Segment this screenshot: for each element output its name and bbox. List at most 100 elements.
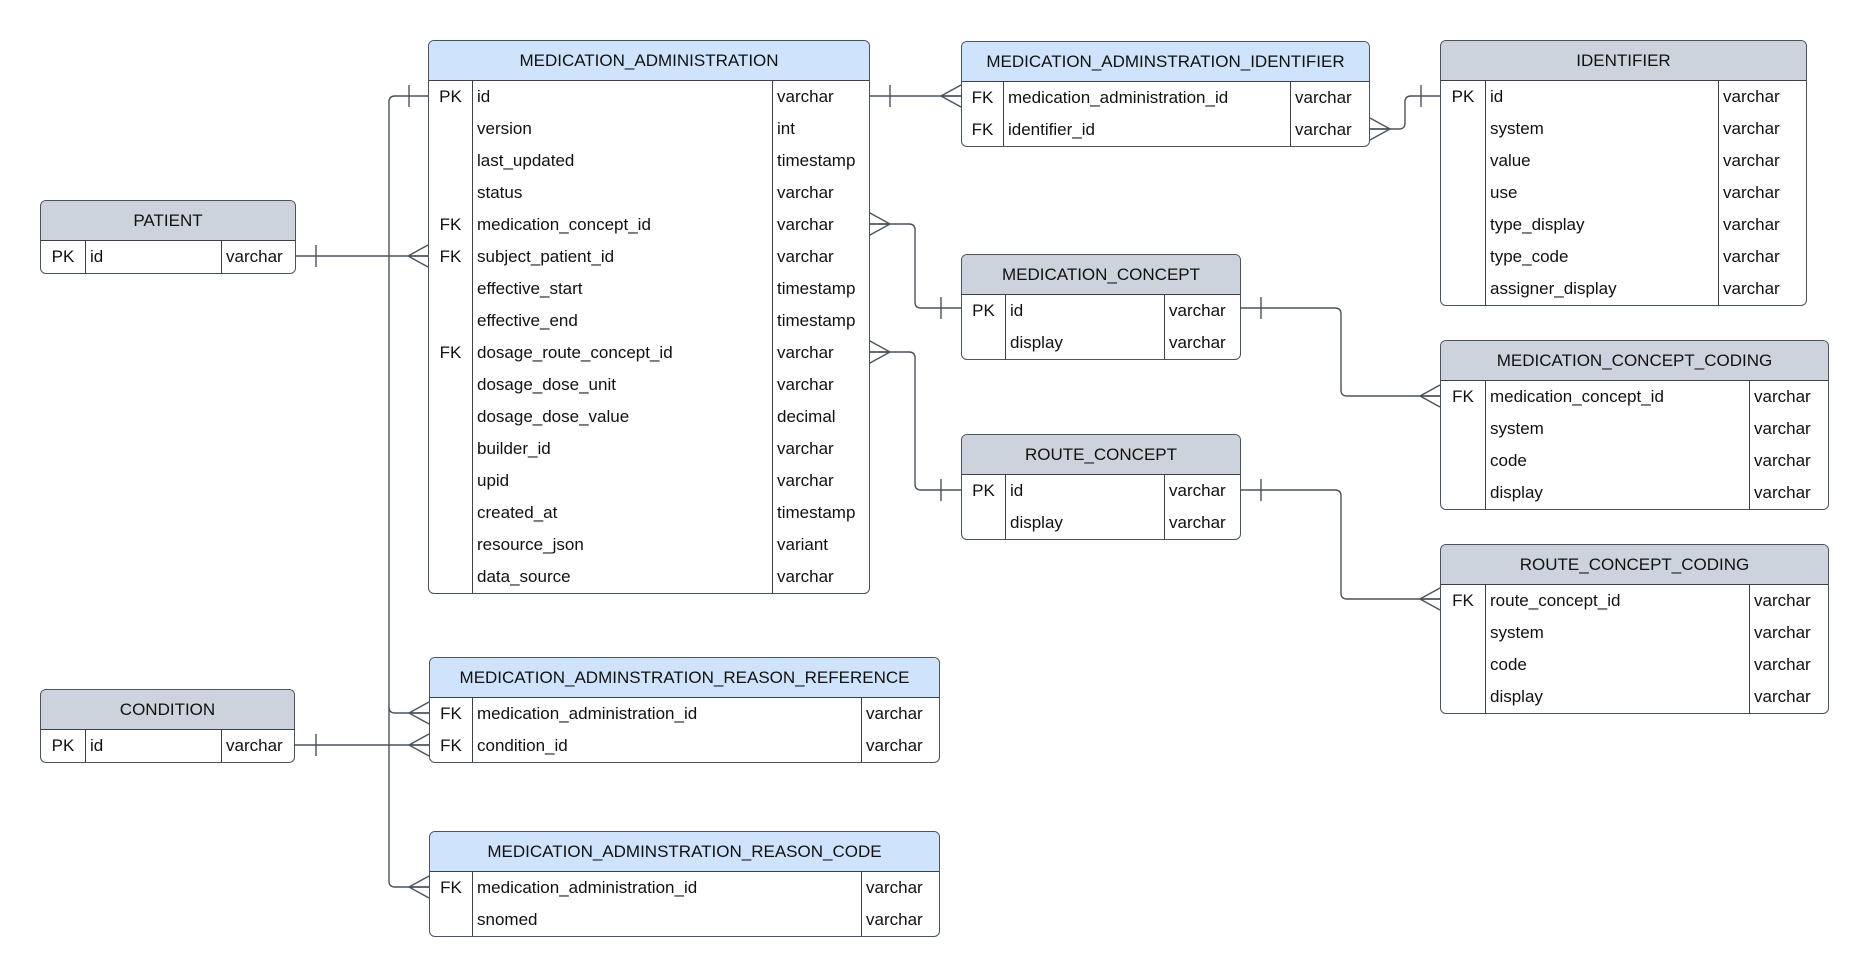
table-medication-administration[interactable]: MEDICATION_ADMINISTRATION PK id varchar … <box>428 40 870 594</box>
table-row[interactable]: system varchar <box>1441 113 1806 145</box>
field-type: varchar <box>1169 513 1226 532</box>
table-row[interactable]: FK medication_concept_id varchar <box>429 209 869 241</box>
table-row[interactable]: FK route_concept_id varchar <box>1441 585 1828 617</box>
table-row[interactable]: FK subject_patient_id varchar <box>429 241 869 273</box>
field-name: medication_administration_id <box>1008 88 1229 107</box>
table-row[interactable]: dosage_dose_value decimal <box>429 401 869 433</box>
many-marker-icon <box>1369 117 1392 141</box>
field-type: timestamp <box>777 311 856 330</box>
field-type: varchar <box>1723 119 1780 138</box>
field-name: code <box>1490 451 1527 470</box>
many-marker-icon <box>407 701 430 725</box>
key-label: FK <box>1452 591 1474 610</box>
table-row[interactable]: display varchar <box>1441 477 1828 509</box>
table-row[interactable]: last_updated timestamp <box>429 145 869 177</box>
key-label: PK <box>439 87 462 106</box>
table-identifier[interactable]: IDENTIFIER PK id varchar system varchar … <box>1440 40 1807 306</box>
table-patient[interactable]: PATIENT PK id varchar <box>40 200 296 274</box>
table-row[interactable]: dosage_dose_unit varchar <box>429 369 869 401</box>
table-route-concept[interactable]: ROUTE_CONCEPT PK id varchar display varc… <box>961 434 1241 540</box>
table-medication-concept-coding[interactable]: MEDICATION_CONCEPT_CODING FK medication_… <box>1440 340 1829 510</box>
many-marker-icon <box>406 244 429 268</box>
table-row[interactable]: FK identifier_id varchar <box>962 114 1369 146</box>
key-label: PK <box>972 301 995 320</box>
key-label: FK <box>1452 387 1474 406</box>
field-type: varchar <box>777 471 834 490</box>
table-row[interactable]: data_source varchar <box>429 561 869 593</box>
table-row[interactable]: PK id varchar <box>429 81 869 113</box>
table-row[interactable]: type_display varchar <box>1441 209 1806 241</box>
table-row[interactable]: value varchar <box>1441 145 1806 177</box>
field-type: varchar <box>866 704 923 723</box>
field-type: varchar <box>866 910 923 929</box>
table-row[interactable]: resource_json variant <box>429 529 869 561</box>
key-label: FK <box>440 736 462 755</box>
table-row[interactable]: assigner_display varchar <box>1441 273 1806 305</box>
field-name: use <box>1490 183 1518 202</box>
table-row[interactable]: code varchar <box>1441 445 1828 477</box>
table-row[interactable]: display varchar <box>962 327 1240 359</box>
table-row[interactable]: snomed varchar <box>430 904 939 936</box>
key-label: FK <box>971 88 994 107</box>
table-condition[interactable]: CONDITION PK id varchar <box>40 689 295 763</box>
table-medication-adminstration-identifier[interactable]: MEDICATION_ADMINSTRATION_IDENTIFIER FK m… <box>961 41 1370 147</box>
table-row[interactable]: FK condition_id varchar <box>430 730 939 762</box>
table-row[interactable]: FK medication_administration_id varchar <box>430 698 939 730</box>
field-type: varchar <box>1295 120 1352 139</box>
table-row[interactable]: effective_end timestamp <box>429 305 869 337</box>
table-row[interactable]: FK medication_administration_id varchar <box>962 82 1369 114</box>
table-row[interactable]: created_at timestamp <box>429 497 869 529</box>
table-row[interactable]: PK id varchar <box>962 475 1240 507</box>
field-name: display <box>1490 687 1543 706</box>
field-type: varchar <box>1169 301 1226 320</box>
many-marker-icon <box>939 84 962 108</box>
field-type: varchar <box>866 736 923 755</box>
field-name: id <box>1490 87 1504 106</box>
table-row[interactable]: effective_start timestamp <box>429 273 869 305</box>
field-type: varchar <box>1723 183 1780 202</box>
field-name: condition_id <box>477 736 568 755</box>
table-row[interactable]: use varchar <box>1441 177 1806 209</box>
field-name: medication_concept_id <box>1490 387 1664 406</box>
table-row[interactable]: PK id varchar <box>962 295 1240 327</box>
table-row[interactable]: system varchar <box>1441 413 1828 445</box>
table-row[interactable]: FK medication_concept_id varchar <box>1441 381 1828 413</box>
field-type: timestamp <box>777 503 856 522</box>
connector-line <box>388 95 429 888</box>
table-row[interactable]: display varchar <box>962 507 1240 539</box>
field-type: varchar <box>1754 419 1811 438</box>
field-type: varchar <box>1723 87 1780 106</box>
key-label: FK <box>439 215 462 234</box>
field-name: id <box>90 736 104 755</box>
table-row[interactable]: upid varchar <box>429 465 869 497</box>
table-medication-concept[interactable]: MEDICATION_CONCEPT PK id varchar display… <box>961 254 1241 360</box>
table-row[interactable]: builder_id varchar <box>429 433 869 465</box>
table-medication-adminstration-reason-reference[interactable]: MEDICATION_ADMINSTRATION_REASON_REFERENC… <box>429 657 940 763</box>
field-name: assigner_display <box>1490 279 1617 298</box>
table-row[interactable]: display varchar <box>1441 681 1828 713</box>
field-type: varchar <box>226 247 283 266</box>
key-label: FK <box>440 878 462 897</box>
table-row[interactable]: code varchar <box>1441 649 1828 681</box>
table-row[interactable]: status varchar <box>429 177 869 209</box>
many-marker-icon <box>1418 587 1441 611</box>
table-row[interactable]: PK id varchar <box>1441 81 1806 113</box>
table-row[interactable]: version int <box>429 113 869 145</box>
field-name: last_updated <box>477 151 575 170</box>
table-medication-adminstration-reason-code[interactable]: MEDICATION_ADMINSTRATION_REASON_CODE FK … <box>429 831 940 937</box>
table-row[interactable]: system varchar <box>1441 617 1828 649</box>
table-route-concept-coding[interactable]: ROUTE_CONCEPT_CODING FK route_concept_id… <box>1440 544 1829 714</box>
table-title: ROUTE_CONCEPT_CODING <box>1441 545 1828 585</box>
table-row[interactable]: FK medication_administration_id varchar <box>430 872 939 904</box>
field-type: varchar <box>777 567 834 586</box>
table-row[interactable]: PK id varchar <box>41 241 295 273</box>
table-title: MEDICATION_ADMINSTRATION_REASON_REFERENC… <box>430 658 939 698</box>
field-type: timestamp <box>777 279 856 298</box>
field-type: varchar <box>1754 655 1811 674</box>
field-name: version <box>477 119 532 138</box>
table-row[interactable]: type_code varchar <box>1441 241 1806 273</box>
table-row[interactable]: FK dosage_route_concept_id varchar <box>429 337 869 369</box>
field-type: varchar <box>777 439 834 458</box>
table-row[interactable]: PK id varchar <box>41 730 294 762</box>
key-label: PK <box>51 736 75 755</box>
